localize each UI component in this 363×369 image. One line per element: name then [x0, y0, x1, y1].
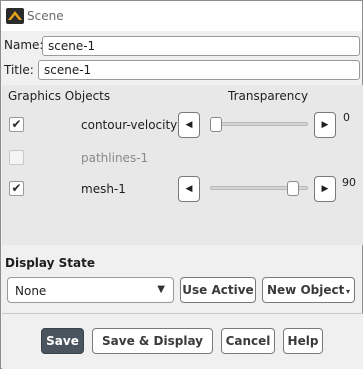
scene-dialog: Scene Name: scene-1 Title: scene-1 Graph…: [0, 0, 363, 369]
pathlines-1-label: pathlines-1: [81, 151, 149, 165]
contour-velocity-checkbox[interactable]: ✔: [9, 117, 24, 132]
mesh-1-slider-thumb[interactable]: [287, 181, 299, 196]
right-arrow-icon: ▶: [321, 184, 329, 194]
contour-velocity-label: contour-velocity: [81, 118, 178, 132]
display-state-dropdown[interactable]: None ▼: [7, 277, 174, 303]
contour-velocity-transparency-value: 0: [343, 111, 350, 124]
save-and-display-button[interactable]: Save & Display: [92, 328, 213, 354]
title-bar: Scene: [1, 1, 362, 31]
mesh-1-checkbox[interactable]: ✔: [9, 181, 24, 196]
left-arrow-icon: ◀: [185, 120, 193, 130]
right-arrow-icon: ▶: [321, 120, 329, 130]
contour-velocity-increase-button[interactable]: ▶: [314, 112, 336, 138]
graphics-objects-header: Graphics Objects: [8, 89, 111, 103]
chevron-down-icon: ▾: [345, 287, 350, 296]
transparency-header: Transparency: [228, 89, 309, 103]
pathlines-1-checkbox[interactable]: [9, 150, 24, 165]
display-state-title: Display State: [5, 256, 95, 270]
mesh-1-increase-button[interactable]: ▶: [314, 176, 336, 202]
left-arrow-icon: ◀: [185, 184, 193, 194]
contour-velocity-slider-track[interactable]: [210, 122, 308, 126]
mesh-1-transparency-value: 90: [342, 176, 356, 189]
display-state-selected: None: [15, 284, 47, 298]
contour-velocity-slider-thumb[interactable]: [210, 117, 222, 132]
title-input[interactable]: scene-1: [38, 60, 360, 80]
chevron-down-icon: ▼: [157, 284, 165, 295]
graphics-objects-group: [2, 85, 363, 245]
title-label: Title:: [4, 63, 34, 77]
new-object-button[interactable]: New Object ▾: [262, 277, 355, 303]
contour-velocity-decrease-button[interactable]: ◀: [178, 112, 200, 138]
window-title: Scene: [27, 9, 64, 23]
app-logo-icon: [6, 8, 24, 24]
use-active-button[interactable]: Use Active: [180, 277, 256, 303]
mesh-1-label: mesh-1: [81, 182, 126, 196]
name-input[interactable]: scene-1: [42, 36, 360, 56]
mesh-1-decrease-button[interactable]: ◀: [178, 176, 200, 202]
save-button[interactable]: Save: [41, 328, 84, 354]
cancel-button[interactable]: Cancel: [221, 328, 275, 354]
new-object-label: New Object: [267, 283, 345, 297]
help-button[interactable]: Help: [283, 328, 323, 354]
name-label: Name:: [4, 38, 44, 52]
